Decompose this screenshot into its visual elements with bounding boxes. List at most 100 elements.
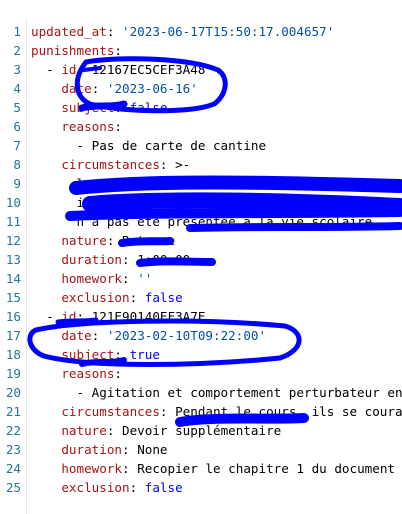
code-line[interactable]: 5 subject: false <box>0 98 402 117</box>
line-number: 5 <box>13 100 21 115</box>
code-text: duration: 1:00:00 <box>31 250 190 269</box>
line-number: 14 <box>5 271 21 286</box>
code-text: nature: Devoir supplémentaire <box>31 421 281 440</box>
line-number: 17 <box>5 328 21 343</box>
code-line[interactable]: 1 updated_at: '2023-06-17T15:50:17.004657… <box>0 22 402 41</box>
code-text: - Pas de carte de cantine <box>31 136 267 155</box>
code-line[interactable]: 23 duration: None <box>0 440 402 459</box>
yaml-separator: : <box>122 252 138 267</box>
code-text: - id: 12167EC5CEF3A48 <box>31 60 205 79</box>
line-number: 4 <box>13 81 21 96</box>
code-line[interactable]: 2 punishments: <box>0 41 402 60</box>
yaml-key: homework <box>61 461 123 476</box>
code-line[interactable]: 9 lors des interventions de la vie scola… <box>0 174 402 193</box>
line-number: 10 <box>5 195 21 210</box>
yaml-value: false <box>144 290 183 305</box>
yaml-value: '2023-06-17T15:50:17.004657' <box>122 24 335 39</box>
yaml-separator: : <box>114 366 123 381</box>
line-number: 24 <box>5 461 21 476</box>
code-line[interactable]: 3 - id: 12167EC5CEF3A48 <box>0 60 402 79</box>
code-text: nature: Retenue <box>31 231 175 250</box>
code-line[interactable]: 22 nature: Devoir supplémentaire <box>0 421 402 440</box>
yaml-separator: : <box>129 480 145 495</box>
yaml-value: false <box>144 480 183 495</box>
yaml-separator: : <box>76 309 92 324</box>
line-number: 3 <box>13 62 21 77</box>
yaml-key: nature <box>61 423 107 438</box>
yaml-value: None <box>137 442 168 457</box>
code-line[interactable]: 11 n'a pas été présentée à la vie scolai… <box>0 212 402 231</box>
code-text: homework: '' <box>31 269 152 288</box>
yaml-key: duration <box>61 252 123 267</box>
yaml-key: exclusion <box>61 480 130 495</box>
yaml-key: id <box>61 62 77 77</box>
yaml-key: circumstances <box>61 157 160 172</box>
yaml-key: punishments <box>31 43 115 58</box>
code-line[interactable]: 18 subject: true <box>0 345 402 364</box>
yaml-separator: : <box>129 290 145 305</box>
line-number: 11 <box>5 214 21 229</box>
yaml-value: 12167EC5CEF3A48 <box>91 62 206 77</box>
yaml-separator: : <box>91 81 107 96</box>
yaml-value: '2023-06-16' <box>106 81 198 96</box>
code-line[interactable]: 10 il n'a pas présenté sa carte de canti… <box>0 193 402 212</box>
code-line[interactable]: 15 exclusion: false <box>0 288 402 307</box>
yaml-separator: : <box>91 328 107 343</box>
yaml-value: 121E90140EF3A7E <box>91 309 206 324</box>
code-text: exclusion: false <box>31 288 183 307</box>
code-line[interactable]: 14 homework: '' <box>0 269 402 288</box>
code-line[interactable]: 17 date: '2023-02-10T09:22:00' <box>0 326 402 345</box>
yaml-value: Recopier le chapitre 1 du document <box>137 461 395 476</box>
line-number: 19 <box>5 366 21 381</box>
code-line[interactable]: 25 exclusion: false <box>0 478 402 497</box>
code-text: punishments: <box>31 41 122 60</box>
yaml-value: n'a pas été présentée à la vie scolaire <box>76 214 373 229</box>
code-line[interactable]: 4 date: '2023-06-16' <box>0 79 402 98</box>
code-line[interactable]: 21 circumstances: Pendant le cours, ils … <box>0 402 402 421</box>
yaml-separator: : <box>106 24 122 39</box>
code-line[interactable]: 24 homework: Recopier le chapitre 1 du d… <box>0 459 402 478</box>
yaml-value: 1:00:00 <box>137 252 191 267</box>
code-line[interactable]: 12 nature: Retenue <box>0 231 402 250</box>
code-text: - id: 121E90140EF3A7E <box>31 307 205 326</box>
yaml-key: exclusion <box>61 290 130 305</box>
code-editor[interactable]: 1 updated_at: '2023-06-17T15:50:17.004657… <box>0 0 402 514</box>
code-text: reasons: <box>31 364 122 383</box>
code-line[interactable]: 19 reasons: <box>0 364 402 383</box>
code-line[interactable]: 8 circumstances: >- <box>0 155 402 174</box>
line-number: 22 <box>5 423 21 438</box>
code-text: n'a pas été présentée à la vie scolaire <box>31 212 373 231</box>
line-number: 6 <box>13 119 21 134</box>
yaml-separator: : <box>159 157 176 172</box>
code-line[interactable]: 13 duration: 1:00:00 <box>0 250 402 269</box>
yaml-key: homework <box>61 271 123 286</box>
line-number: 9 <box>13 176 21 191</box>
yaml-key: subject <box>61 100 115 115</box>
yaml-separator: : <box>122 271 138 286</box>
code-text: duration: None <box>31 440 168 459</box>
code-line[interactable]: 6 reasons: <box>0 117 402 136</box>
code-text: reasons: <box>31 117 122 136</box>
code-line[interactable]: 7 - Pas de carte de cantine <box>0 136 402 155</box>
code-line[interactable]: 16 - id: 121E90140EF3A7E <box>0 307 402 326</box>
code-line[interactable]: 20 - Agitation et comportement perturbat… <box>0 383 402 402</box>
yaml-value: true <box>129 347 160 362</box>
line-number: 15 <box>5 290 21 305</box>
yaml-value: false <box>129 100 168 115</box>
line-number: 12 <box>5 233 21 248</box>
line-number: 23 <box>5 442 21 457</box>
yaml-separator: : <box>76 62 92 77</box>
yaml-separator: : <box>114 119 123 134</box>
code-text: - Agitation et comportement perturbateur… <box>31 383 402 402</box>
